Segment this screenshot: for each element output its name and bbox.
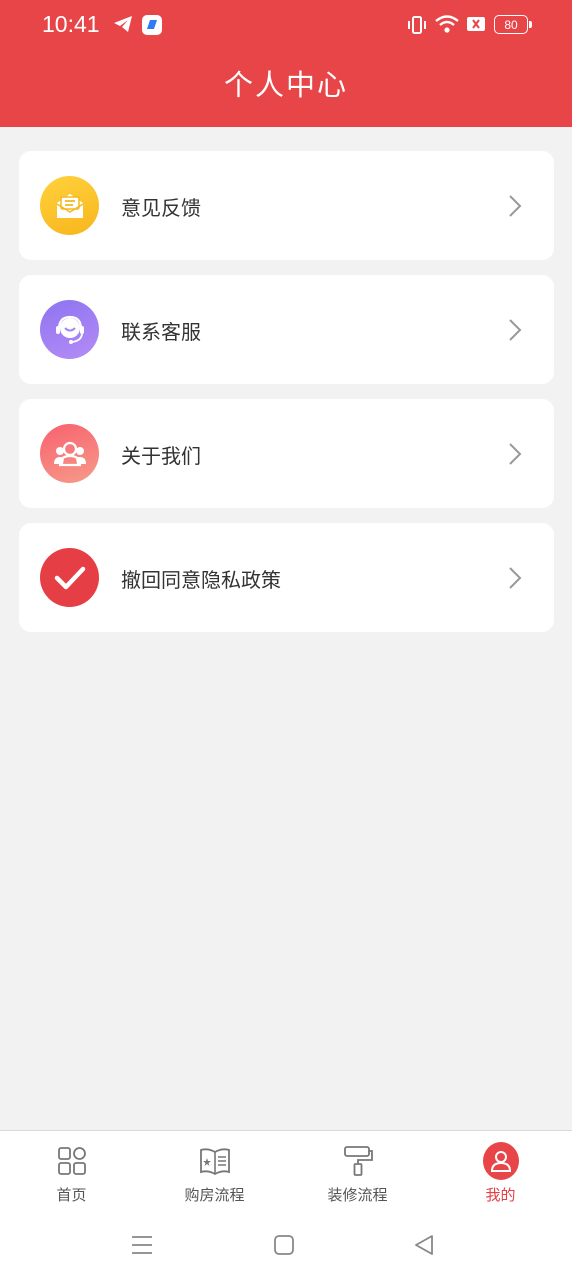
telegram-icon (113, 15, 133, 37)
user-icon (482, 1142, 519, 1180)
header-bar: 10:41 80 个人中心 (0, 0, 572, 127)
chevron-right-icon (508, 318, 522, 346)
system-nav-bar (0, 1214, 572, 1280)
tab-label: 我的 (485, 1186, 516, 1204)
back-icon[interactable] (413, 1234, 435, 1260)
tab-decoration-process[interactable]: 装修流程 (286, 1131, 429, 1215)
tab-label: 首页 (56, 1186, 87, 1204)
check-icon (40, 548, 99, 607)
wifi-icon (434, 13, 460, 39)
home-grid-icon (54, 1143, 90, 1179)
feedback-icon (40, 176, 99, 235)
menu-item-label: 意见反馈 (121, 196, 201, 220)
people-icon (40, 424, 99, 483)
page-title: 个人中心 (223, 68, 348, 102)
menu-item-contact-service[interactable]: 联系客服 (19, 275, 554, 384)
menu-item-label: 联系客服 (121, 320, 201, 344)
chevron-right-icon (508, 566, 522, 594)
tab-home[interactable]: 首页 (0, 1131, 143, 1215)
menu-icon[interactable] (131, 1234, 153, 1260)
menu-item-label: 关于我们 (121, 444, 201, 468)
status-bar: 10:41 80 (0, 0, 572, 52)
customer-service-icon (40, 300, 99, 359)
menu-item-revoke-privacy[interactable]: 撤回同意隐私政策 (19, 523, 554, 632)
home-square-icon[interactable] (273, 1234, 295, 1260)
bottom-tab-bar: 首页 购房流程 装修流程 我的 (0, 1130, 572, 1214)
tab-active-indicator (482, 1142, 519, 1180)
tab-mine[interactable]: 我的 (429, 1131, 572, 1215)
paint-roller-icon (340, 1143, 376, 1179)
tab-buy-process[interactable]: 购房流程 (143, 1131, 286, 1215)
menu-item-label: 撤回同意隐私政策 (121, 568, 281, 592)
status-time: 10:41 (42, 11, 100, 37)
menu-item-feedback[interactable]: 意见反馈 (19, 151, 554, 260)
tab-label: 装修流程 (327, 1186, 388, 1204)
menu-item-about-us[interactable]: 关于我们 (19, 399, 554, 508)
sim-off-icon (466, 16, 486, 36)
battery-icon: 80 (494, 15, 532, 34)
book-icon (197, 1143, 233, 1179)
chevron-right-icon (508, 194, 522, 222)
vibrate-icon (406, 14, 428, 40)
chevron-right-icon (508, 442, 522, 470)
app-icon (141, 14, 163, 40)
tab-label: 购房流程 (184, 1186, 245, 1204)
